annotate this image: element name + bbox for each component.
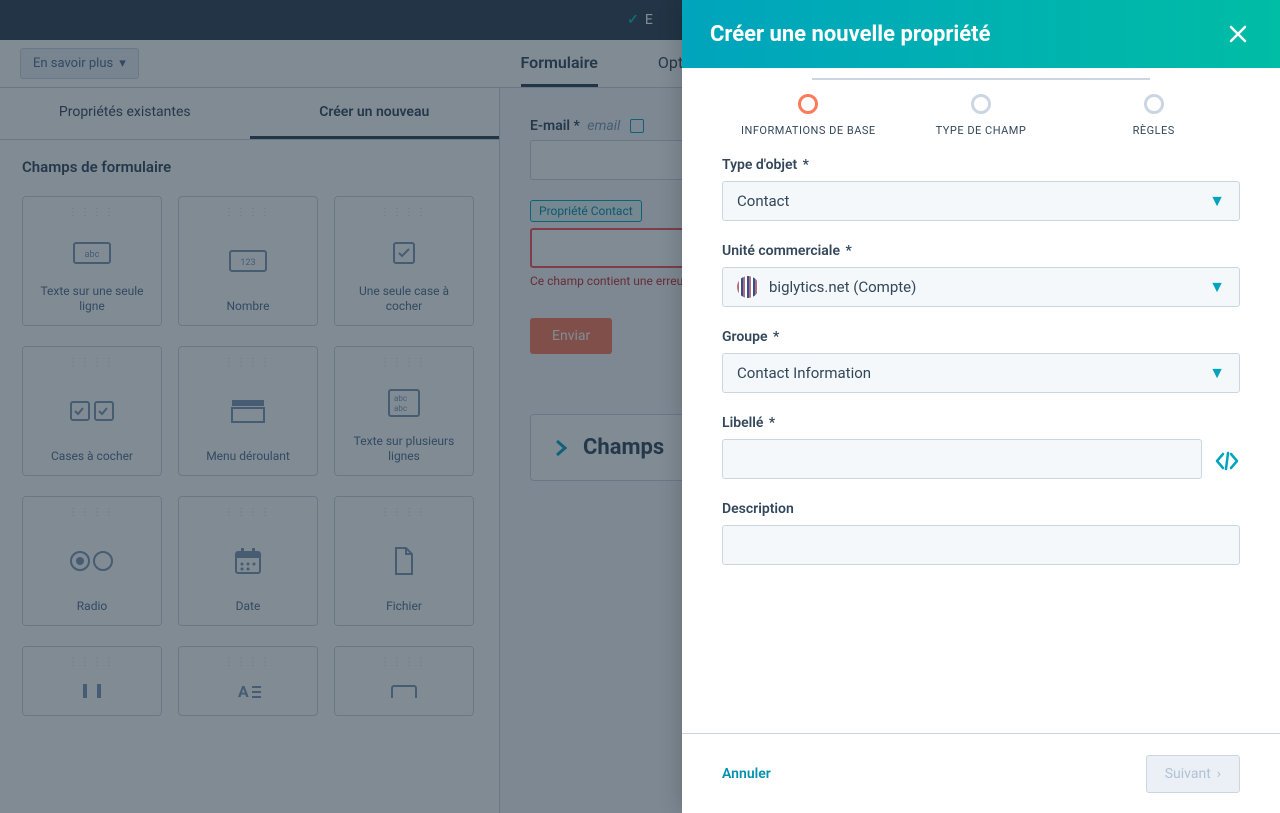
drawer-title: Créer une nouvelle propriété (710, 22, 990, 47)
create-property-drawer: Créer une nouvelle propriété INFORMATION… (682, 0, 1280, 813)
step-basic-info[interactable]: INFORMATIONS DE BASE (722, 94, 895, 137)
object-type-select[interactable]: Contact ▼ (722, 181, 1240, 221)
close-icon (1228, 24, 1248, 44)
stepper-line (812, 78, 1150, 80)
code-icon (1214, 451, 1240, 471)
chevron-down-icon: ▼ (1209, 363, 1225, 383)
cancel-button[interactable]: Annuler (722, 766, 771, 782)
libelle-input[interactable] (722, 439, 1202, 479)
description-label: Description (722, 501, 1240, 517)
business-unit-value: biglytics.net (Compte) (769, 278, 916, 296)
group-select[interactable]: Contact Information ▼ (722, 353, 1240, 393)
drawer-header: Créer une nouvelle propriété (682, 0, 1280, 68)
business-unit-select[interactable]: biglytics.net (Compte) ▼ (722, 267, 1240, 307)
step-label: INFORMATIONS DE BASE (722, 124, 895, 137)
cancel-label: Annuler (722, 766, 771, 782)
object-type-value: Contact (737, 192, 789, 210)
description-input[interactable] (722, 525, 1240, 565)
chevron-down-icon: ▼ (1209, 191, 1225, 211)
close-button[interactable] (1224, 20, 1252, 48)
account-avatar-icon (737, 276, 759, 298)
next-button[interactable]: Suivant › (1146, 755, 1240, 793)
group-value: Contact Information (737, 364, 871, 382)
stepper: INFORMATIONS DE BASE TYPE DE CHAMP RÈGLE… (682, 68, 1280, 147)
group-label: Groupe * (722, 329, 1240, 345)
libelle-label: Libellé * (722, 415, 1240, 431)
business-unit-label: Unité commerciale * (722, 243, 1240, 259)
step-label: RÈGLES (1067, 124, 1240, 137)
internal-name-toggle[interactable] (1214, 451, 1240, 479)
object-type-label: Type d'objet * (722, 157, 1240, 173)
chevron-down-icon: ▼ (1209, 277, 1225, 297)
step-field-type[interactable]: TYPE DE CHAMP (895, 94, 1068, 137)
drawer-footer: Annuler Suivant › (682, 733, 1280, 813)
chevron-right-icon: › (1217, 766, 1221, 782)
step-rules[interactable]: RÈGLES (1067, 94, 1240, 137)
next-label: Suivant (1165, 766, 1211, 782)
step-label: TYPE DE CHAMP (895, 124, 1068, 137)
